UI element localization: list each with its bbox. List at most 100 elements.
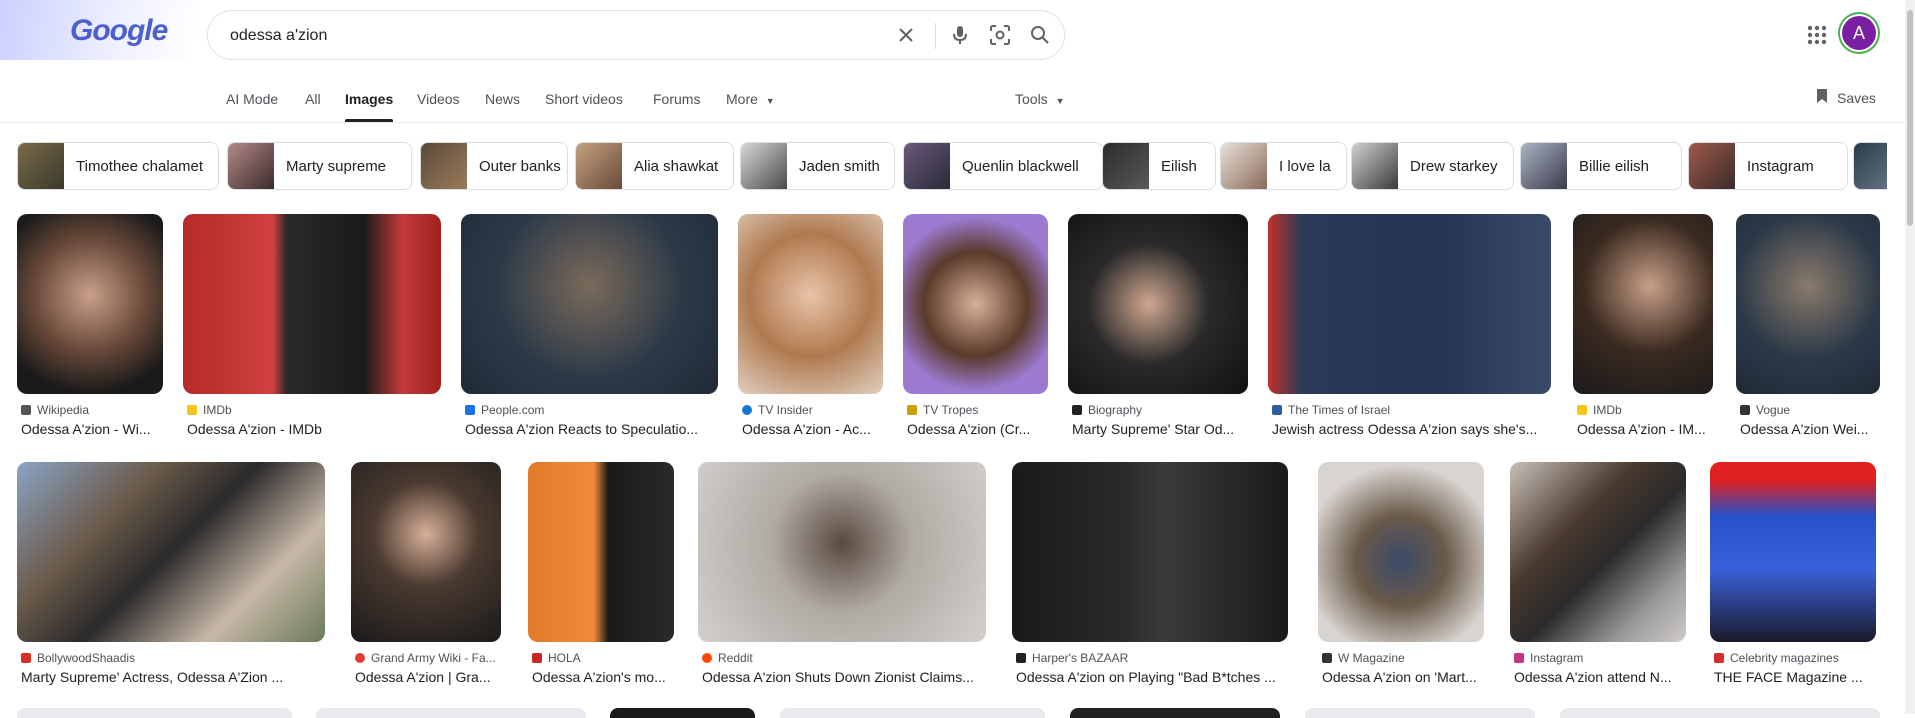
result-title[interactable]: Odessa A'zion Wei... [1740, 421, 1884, 437]
image-result[interactable]: Harper's BAZAAR Odessa A'zion on Playing… [1012, 462, 1290, 694]
image-result[interactable]: Celebrity magazines THE FACE Magazine ..… [1710, 462, 1878, 694]
image-result[interactable]: Instagram Odessa A'zion attend N... [1510, 462, 1688, 694]
chip-jaden-smith[interactable]: Jaden smith [740, 142, 895, 190]
result-thumbnail[interactable] [903, 214, 1048, 394]
result-title[interactable]: Odessa A'zion's mo... [532, 669, 678, 685]
result-thumbnail[interactable] [351, 462, 501, 642]
result-source[interactable]: IMDb [1577, 403, 1717, 417]
scrollbar-thumb[interactable] [1907, 10, 1913, 226]
result-source[interactable]: IMDb [187, 403, 445, 417]
result-thumbnail[interactable] [1068, 214, 1248, 394]
result-source[interactable]: HOLA [532, 651, 678, 665]
image-result[interactable]: HOLA Odessa A'zion's mo... [528, 462, 676, 694]
result-title[interactable]: Odessa A'zion - IMDb [187, 421, 445, 437]
result-title[interactable]: Marty Supreme' Star Od... [1072, 421, 1247, 437]
search-input[interactable] [228, 23, 872, 49]
chip-billie-eilish[interactable]: Billie eilish [1520, 142, 1682, 190]
image-result[interactable]: BollywoodShaadis Marty Supreme' Actress,… [17, 462, 327, 694]
result-source[interactable]: Biography [1072, 403, 1252, 417]
tab-news[interactable]: News [485, 91, 520, 107]
chip-marty-supreme[interactable]: Marty supreme [227, 142, 412, 190]
tab-images[interactable]: Images [345, 91, 393, 107]
image-result-partial[interactable] [316, 708, 586, 718]
microphone-icon[interactable] [948, 23, 972, 47]
chip-quenlin-blackwell[interactable]: Quenlin blackwell [903, 142, 1103, 190]
result-source[interactable]: Vogue [1740, 403, 1884, 417]
result-title[interactable]: Odessa A'zion - IM... [1577, 421, 1717, 437]
search-box[interactable] [207, 10, 1065, 60]
chip-timothee-chalamet[interactable]: Timothee chalamet [17, 142, 219, 190]
clear-icon[interactable] [894, 23, 918, 47]
result-source[interactable]: Celebrity magazines [1714, 651, 1880, 665]
search-icon[interactable] [1028, 23, 1052, 47]
image-result[interactable]: TV Insider Odessa A'zion - Ac... [738, 214, 887, 437]
result-source[interactable]: TV Tropes [907, 403, 1052, 417]
account-avatar[interactable]: A [1842, 16, 1876, 50]
result-thumbnail[interactable] [461, 214, 718, 394]
tools-button[interactable]: Tools ▼ [1015, 91, 1065, 107]
result-thumbnail[interactable] [698, 462, 986, 642]
result-thumbnail[interactable] [738, 214, 883, 394]
result-thumbnail[interactable] [1573, 214, 1713, 394]
image-result[interactable]: Grand Army Wiki - Fa... Odessa A'zion | … [351, 462, 503, 694]
result-source[interactable]: TV Insider [742, 403, 887, 417]
result-title[interactable]: Odessa A'zion (Cr... [907, 421, 1052, 437]
lens-camera-icon[interactable] [988, 23, 1012, 47]
result-thumbnail[interactable] [1510, 462, 1686, 642]
image-result-partial[interactable] [1560, 708, 1880, 718]
image-result-partial[interactable] [1070, 708, 1280, 718]
result-source[interactable]: Harper's BAZAAR [1016, 651, 1292, 665]
result-thumbnail[interactable] [1318, 462, 1484, 642]
google-logo[interactable]: Google [70, 14, 168, 48]
chip-alia-shawkat[interactable]: Alia shawkat [575, 142, 734, 190]
result-thumbnail[interactable] [183, 214, 441, 394]
result-source[interactable]: Reddit [702, 651, 990, 665]
tab-short-videos[interactable]: Short videos [545, 91, 623, 107]
result-thumbnail[interactable] [17, 214, 163, 394]
image-result[interactable]: IMDb Odessa A'zion - IMDb [183, 214, 445, 437]
image-result-partial[interactable] [610, 708, 755, 718]
result-source[interactable]: Wikipedia [21, 403, 167, 417]
result-title[interactable]: Odessa A'zion Reacts to Speculatio... [465, 421, 717, 437]
result-thumbnail[interactable] [1268, 214, 1551, 394]
apps-grid-icon[interactable] [1806, 24, 1828, 46]
saves-button[interactable]: Saves [1815, 88, 1876, 107]
result-source[interactable]: Instagram [1514, 651, 1690, 665]
chip-outer-banks[interactable]: Outer banks [420, 142, 568, 190]
result-title[interactable]: Jewish actress Odessa A'zion says she's.… [1272, 421, 1555, 437]
result-thumbnail[interactable] [17, 462, 325, 642]
result-source[interactable]: Grand Army Wiki - Fa... [355, 651, 505, 665]
result-source[interactable]: W Magazine [1322, 651, 1488, 665]
image-result-partial[interactable] [17, 708, 292, 718]
chip-instagram[interactable]: Instagram [1688, 142, 1848, 190]
image-result[interactable]: Biography Marty Supreme' Star Od... [1068, 214, 1252, 437]
image-result[interactable]: Reddit Odessa A'zion Shuts Down Zionist … [698, 462, 988, 694]
image-result[interactable]: Vogue Odessa A'zion Wei... [1736, 214, 1884, 437]
image-result[interactable]: W Magazine Odessa A'zion on 'Mart... [1318, 462, 1486, 694]
tab-videos[interactable]: Videos [417, 91, 460, 107]
result-thumbnail[interactable] [1736, 214, 1880, 394]
image-result-partial[interactable] [780, 708, 1045, 718]
result-source[interactable]: BollywoodShaadis [21, 651, 329, 665]
image-result[interactable]: The Times of Israel Jewish actress Odess… [1268, 214, 1555, 437]
result-thumbnail[interactable] [1710, 462, 1876, 642]
result-thumbnail[interactable] [1012, 462, 1288, 642]
tab-all[interactable]: All [305, 91, 321, 107]
image-result[interactable]: Wikipedia Odessa A'zion - Wi... [17, 214, 167, 437]
result-source[interactable]: People.com [465, 403, 722, 417]
result-thumbnail[interactable] [528, 462, 674, 642]
result-title[interactable]: Odessa A'zion on 'Mart... [1322, 669, 1488, 685]
result-title[interactable]: Odessa A'zion attend N... [1514, 669, 1690, 685]
result-title[interactable]: Odessa A'zion - Ac... [742, 421, 887, 437]
chip-i-love-la[interactable]: I love la [1220, 142, 1347, 190]
result-title[interactable]: Odessa A'zion | Gra... [355, 669, 505, 685]
result-title[interactable]: Odessa A'zion Shuts Down Zionist Claims.… [702, 669, 987, 685]
image-result[interactable]: TV Tropes Odessa A'zion (Cr... [903, 214, 1052, 437]
result-title[interactable]: Marty Supreme' Actress, Odessa A'Zion ..… [21, 669, 321, 685]
tab-forums[interactable]: Forums [653, 91, 700, 107]
image-result[interactable]: People.com Odessa A'zion Reacts to Specu… [461, 214, 722, 437]
result-source[interactable]: The Times of Israel [1272, 403, 1555, 417]
image-result[interactable]: IMDb Odessa A'zion - IM... [1573, 214, 1717, 437]
chip-drew-starkey[interactable]: Drew starkey [1351, 142, 1514, 190]
tab-ai-mode[interactable]: AI Mode [226, 91, 278, 107]
